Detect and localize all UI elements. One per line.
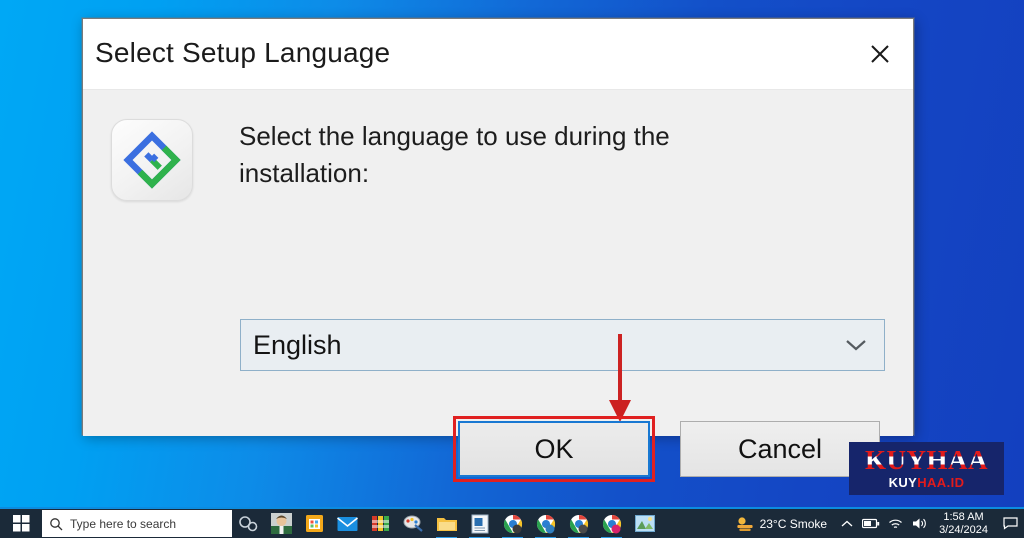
document-icon[interactable] [463,509,496,538]
language-select[interactable]: English [240,319,885,371]
file-explorer-icon[interactable] [430,509,463,538]
show-hidden-icons-icon[interactable] [835,509,859,538]
user-photo-icon[interactable] [265,509,298,538]
chrome-icon-1[interactable] [496,509,529,538]
select-setup-language-dialog: Select Setup Language Select the languag… [82,18,914,482]
dialog-body: Select the language to use during the in… [83,90,913,482]
language-select-value: English [253,329,342,360]
dialog-title: Select Setup Language [95,37,391,68]
clock-date: 3/24/2024 [939,523,988,536]
clock[interactable]: 1:58 AM 3/24/2024 [931,511,996,537]
notification-icon[interactable] [996,509,1024,538]
taskbar: Type here to search 23°C Smoke 1:58 AM 3… [0,507,1024,538]
network-icon[interactable] [883,509,907,538]
close-icon[interactable] [847,19,913,88]
search-input[interactable]: Type here to search [42,510,232,537]
search-icon [42,517,70,531]
dialog-prompt-text: Select the language to use during the in… [239,121,670,188]
watermark: KUYHAA KUYHAA.ID [849,442,1004,495]
mail-icon[interactable] [331,509,364,538]
photo-viewer-icon[interactable] [628,509,661,538]
weather-text: 23°C Smoke [759,516,828,531]
screen: Select Setup Language Select the languag… [0,0,1024,538]
ok-button[interactable]: OK [458,421,650,477]
dialog-titlebar: Select Setup Language [83,19,913,90]
clock-time: 1:58 AM [943,510,984,523]
battery-icon[interactable] [859,509,883,538]
weather-widget[interactable]: 23°C Smoke [731,516,836,531]
watermark-sub-part3: .ID [946,475,965,490]
ok-button-label: OK [534,433,574,464]
microsoft-store-icon[interactable] [298,509,331,538]
smoke-weather-icon [736,517,753,531]
search-input-placeholder: Type here to search [70,516,177,531]
watermark-sub-part1: KUY [888,475,918,490]
paint-icon[interactable] [397,509,430,538]
chrome-icon-4[interactable] [595,509,628,538]
start-button-icon[interactable] [0,509,42,538]
winrar-icon[interactable] [364,509,397,538]
volume-icon[interactable] [907,509,931,538]
system-tray: 23°C Smoke 1:58 AM 3/24/2024 [731,509,1024,538]
chrome-icon-3[interactable] [562,509,595,538]
chrome-icon-2[interactable] [529,509,562,538]
watermark-main-text: KUYHAA [865,445,988,475]
setup-app-logo-icon [111,119,193,201]
chevron-down-icon [828,338,884,352]
cortana-icon[interactable] [232,509,265,538]
cancel-button-label: Cancel [737,433,823,464]
watermark-sub-part2: HAA [917,475,947,490]
watermark-sub-text: KUYHAA.ID [889,476,965,490]
